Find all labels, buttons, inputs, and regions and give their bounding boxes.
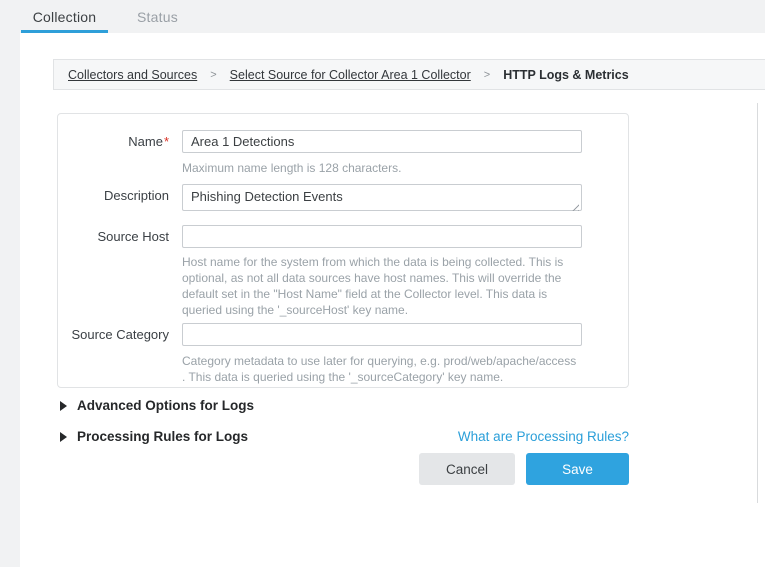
- description-label: Description: [58, 184, 169, 216]
- description-textarea[interactable]: Phishing Detection Events: [182, 184, 582, 211]
- tab-status-label: Status: [137, 9, 178, 25]
- source-category-help-text: Category metadata to use later for query…: [182, 353, 582, 385]
- tab-collection[interactable]: Collection: [21, 0, 108, 33]
- processing-rules-label: Processing Rules for Logs: [77, 429, 248, 444]
- name-label: Name*: [58, 130, 169, 176]
- source-config-form: Name* Maximum name length is 128 charact…: [57, 113, 629, 388]
- name-input[interactable]: [182, 130, 582, 153]
- advanced-options-label: Advanced Options for Logs: [77, 398, 254, 413]
- processing-rules-toggle[interactable]: Processing Rules for Logs: [60, 429, 248, 444]
- scrollbar-track-line: [757, 103, 758, 503]
- save-button[interactable]: Save: [526, 453, 629, 485]
- name-help-text: Maximum name length is 128 characters.: [182, 160, 582, 176]
- tab-bar: Collection Status: [0, 0, 765, 33]
- source-category-input[interactable]: [182, 323, 582, 346]
- source-host-field-row: Source Host Host name for the system fro…: [58, 225, 628, 318]
- source-category-label: Source Category: [58, 323, 169, 385]
- name-field-row: Name* Maximum name length is 128 charact…: [58, 130, 628, 176]
- breadcrumb-separator: >: [484, 69, 490, 81]
- breadcrumb: Collectors and Sources > Select Source f…: [53, 59, 765, 90]
- advanced-options-toggle[interactable]: Advanced Options for Logs: [60, 398, 254, 413]
- required-asterisk: *: [164, 134, 169, 149]
- description-field-row: Description Phishing Detection Events: [58, 184, 628, 216]
- form-action-buttons: Cancel Save: [419, 453, 629, 485]
- breadcrumb-collectors-and-sources[interactable]: Collectors and Sources: [68, 68, 197, 82]
- cancel-button[interactable]: Cancel: [419, 453, 515, 485]
- source-host-help-text: Host name for the system from which the …: [182, 254, 582, 318]
- collapsed-triangle-icon: [60, 401, 67, 411]
- active-tab-underline: [21, 30, 108, 33]
- source-host-input[interactable]: [182, 225, 582, 248]
- tab-collection-label: Collection: [33, 9, 96, 25]
- collapsed-triangle-icon: [60, 432, 67, 442]
- breadcrumb-current-page: HTTP Logs & Metrics: [503, 68, 628, 82]
- tab-status[interactable]: Status: [137, 0, 178, 33]
- breadcrumb-select-source[interactable]: Select Source for Collector Area 1 Colle…: [230, 68, 471, 82]
- source-host-label: Source Host: [58, 225, 169, 318]
- breadcrumb-separator: >: [210, 69, 216, 81]
- what-are-processing-rules-link[interactable]: What are Processing Rules?: [458, 429, 629, 444]
- source-category-field-row: Source Category Category metadata to use…: [58, 323, 628, 385]
